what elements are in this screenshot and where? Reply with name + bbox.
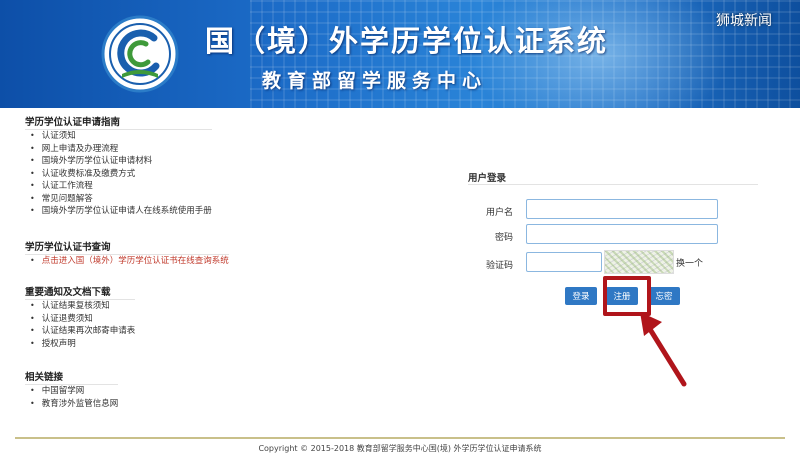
guide-link[interactable]: 国境外学历学位认证申请人在线系统使用手册: [30, 205, 212, 218]
system-subtitle: 教育部留学服务中心: [262, 70, 488, 92]
username-input[interactable]: [526, 199, 718, 219]
section-title: 学历学位认证书查询: [25, 241, 229, 255]
header-banner: 国（境）外学历学位认证系统 教育部留学服务中心 狮城新闻: [0, 0, 800, 108]
section-list: 中国留学网 教育涉外监管信息网: [25, 385, 119, 411]
watermark-text: 狮城新闻: [716, 13, 772, 29]
query-system-link[interactable]: 点击进入国（境外）学历学位认证书在线查询系统: [30, 255, 229, 268]
system-title: 国（境）外学历学位认证系统: [205, 24, 609, 58]
section-list: 认证须知 网上申请及办理流程 国境外学历学位认证申请材料 认证收费标准及缴费方式…: [25, 130, 212, 218]
section-guide: 学历学位认证申请指南 认证须知 网上申请及办理流程 国境外学历学位认证申请材料 …: [25, 116, 212, 218]
guide-link[interactable]: 认证收费标准及缴费方式: [30, 168, 212, 181]
username-label: 用户名: [485, 208, 513, 218]
section-list: 点击进入国（境外）学历学位认证书在线查询系统: [25, 255, 229, 268]
footer-divider: [15, 437, 785, 439]
guide-link[interactable]: 认证须知: [30, 130, 212, 143]
footer-copyright: Copyright © 2015-2018 教育部留学服务中心国(境) 外学历学…: [258, 444, 542, 453]
annotation-arrow-icon: [640, 312, 687, 387]
guide-link[interactable]: 常见问题解答: [30, 193, 212, 206]
captcha-input[interactable]: [526, 252, 602, 272]
section-list: 认证结果复核须知 认证退费须知 认证结果再次邮寄申请表 授权声明: [25, 300, 136, 351]
related-link[interactable]: 中国留学网: [30, 385, 118, 398]
login-button[interactable]: 登录: [565, 287, 597, 305]
forgot-password-button[interactable]: 忘密: [648, 287, 680, 305]
section-title: 相关链接: [25, 371, 119, 385]
guide-link[interactable]: 国境外学历学位认证申请材料: [30, 155, 212, 168]
notice-link[interactable]: 认证结果复核须知: [30, 300, 135, 313]
section-notices: 重要通知及文档下载 认证结果复核须知 认证退费须知 认证结果再次邮寄申请表 授权…: [25, 286, 136, 351]
section-query: 学历学位认证书查询 点击进入国（境外）学历学位认证书在线查询系统: [25, 241, 229, 268]
refresh-captcha-link[interactable]: 换一个: [676, 256, 703, 269]
section-title: 学历学位认证申请指南: [25, 116, 212, 130]
section-title: 重要通知及文档下载: [25, 286, 136, 300]
notice-link[interactable]: 授权声明: [30, 338, 135, 351]
captcha-image[interactable]: [604, 250, 674, 274]
guide-link[interactable]: 网上申请及办理流程: [30, 143, 212, 156]
login-panel: 用户登录 用户名 密码 验证码 换一个 登录 注册 忘密: [468, 170, 758, 320]
password-input[interactable]: [526, 224, 718, 244]
related-link[interactable]: 教育涉外监管信息网: [30, 398, 119, 411]
login-title: 用户登录: [468, 170, 758, 185]
section-links: 相关链接 中国留学网 教育涉外监管信息网: [25, 371, 119, 411]
captcha-label: 验证码: [485, 261, 513, 271]
guide-link[interactable]: 认证工作流程: [30, 180, 212, 193]
notice-link[interactable]: 认证退费须知: [30, 313, 135, 326]
password-label: 密码: [494, 233, 513, 243]
notice-link[interactable]: 认证结果再次邮寄申请表: [30, 325, 136, 338]
cssc-logo-icon: [101, 15, 179, 93]
